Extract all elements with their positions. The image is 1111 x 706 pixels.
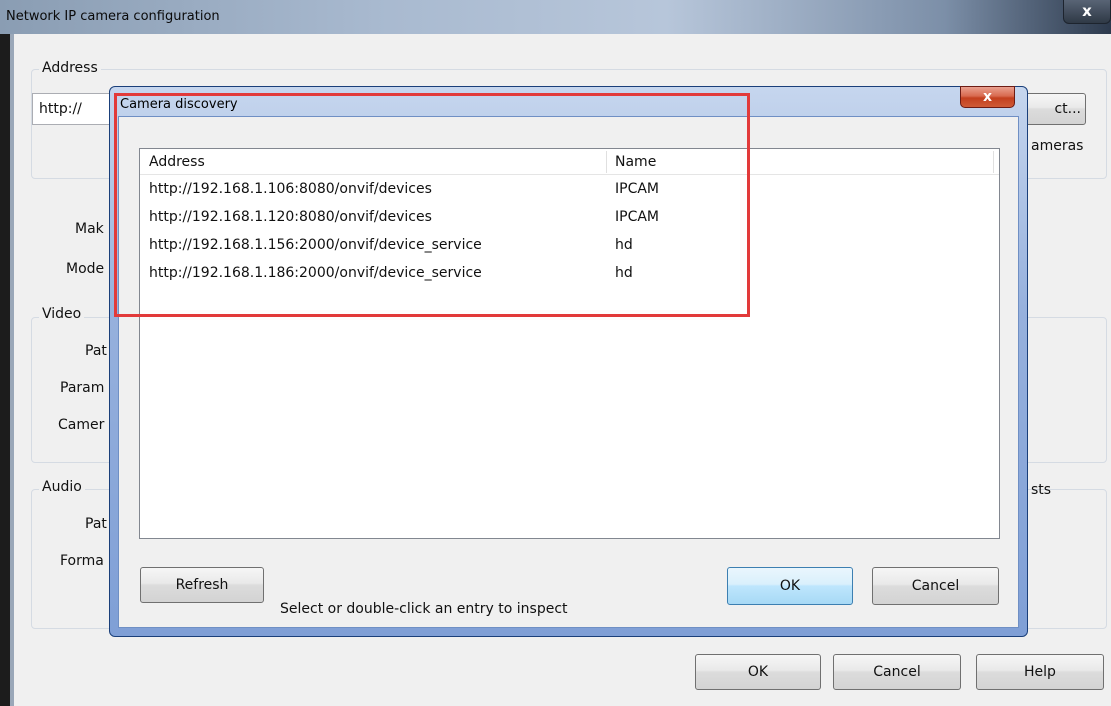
list-header: Address Name [140,149,999,175]
outer-window-title: Network IP camera configuration [6,9,220,24]
dialog-cancel-label: Cancel [911,578,960,594]
dialog-ok-button[interactable]: OK [727,567,853,605]
audio-tests-label: sts [1031,482,1052,498]
dialog-client-area: Address Name http://192.168.1.106:8080/o… [118,116,1019,628]
dialog-title: Camera discovery [120,97,238,112]
column-separator[interactable] [993,151,994,173]
row-name: IPCAM [615,209,660,225]
outer-help-label: Help [1024,664,1056,680]
video-camera-label: Camer [58,417,105,433]
camera-list[interactable]: Address Name http://192.168.1.106:8080/o… [139,148,1000,539]
camera-discovery-dialog: Camera discovery x Address Name http://1… [109,86,1028,637]
window-left-border [10,34,14,706]
outer-cancel-button[interactable]: Cancel [833,654,961,690]
table-row[interactable]: http://192.168.1.156:2000/onvif/device_s… [140,231,999,259]
refresh-button[interactable]: Refresh [140,567,264,603]
dialog-ok-label: OK [779,578,801,594]
row-name: hd [615,265,633,281]
table-row[interactable]: http://192.168.1.106:8080/onvif/devices … [140,175,999,203]
outer-cancel-label: Cancel [873,664,921,680]
outer-ok-button[interactable]: OK [695,654,821,690]
table-row[interactable]: http://192.168.1.120:8080/onvif/devices … [140,203,999,231]
table-row[interactable]: http://192.168.1.186:2000/onvif/device_s… [140,259,999,287]
column-header-address[interactable]: Address [140,149,606,175]
model-label: Mode [66,261,105,277]
outer-ok-label: OK [747,664,769,680]
dialog-close-button[interactable]: x [960,86,1015,108]
video-group-label: Video [39,306,85,322]
audio-path-label: Pat [85,516,107,532]
row-name: IPCAM [615,181,660,197]
close-icon: x [1082,2,1092,20]
outer-help-button[interactable]: Help [976,654,1104,690]
discovery-status-text: Select or double-click an entry to inspe… [280,601,568,617]
video-params-label: Param [60,380,105,396]
column-header-address-label: Address [149,154,205,170]
outer-close-button[interactable]: x [1063,0,1111,24]
row-address: http://192.168.1.186:2000/onvif/device_s… [149,265,482,281]
address-prefix-text: http:// [39,101,82,117]
outer-titlebar[interactable]: Network IP camera configuration x [0,0,1111,34]
window-left-edge [0,34,10,706]
close-icon: x [982,89,993,105]
audio-format-label: Forma [60,553,104,569]
address-group-label: Address [39,60,101,76]
row-name: hd [615,237,633,253]
make-label: Mak [75,221,104,237]
column-header-name[interactable]: Name [606,149,993,175]
row-address: http://192.168.1.156:2000/onvif/device_s… [149,237,482,253]
row-address: http://192.168.1.106:8080/onvif/devices [149,181,432,197]
row-address: http://192.168.1.120:8080/onvif/devices [149,209,432,225]
audio-group-label: Audio [39,479,85,495]
select-button-label: ct... [1054,101,1081,117]
refresh-label: Refresh [175,577,229,593]
column-header-name-label: Name [615,154,657,170]
cameras-label: ameras [1031,138,1084,154]
dialog-cancel-button[interactable]: Cancel [872,567,999,605]
video-path-label: Pat [85,343,107,359]
